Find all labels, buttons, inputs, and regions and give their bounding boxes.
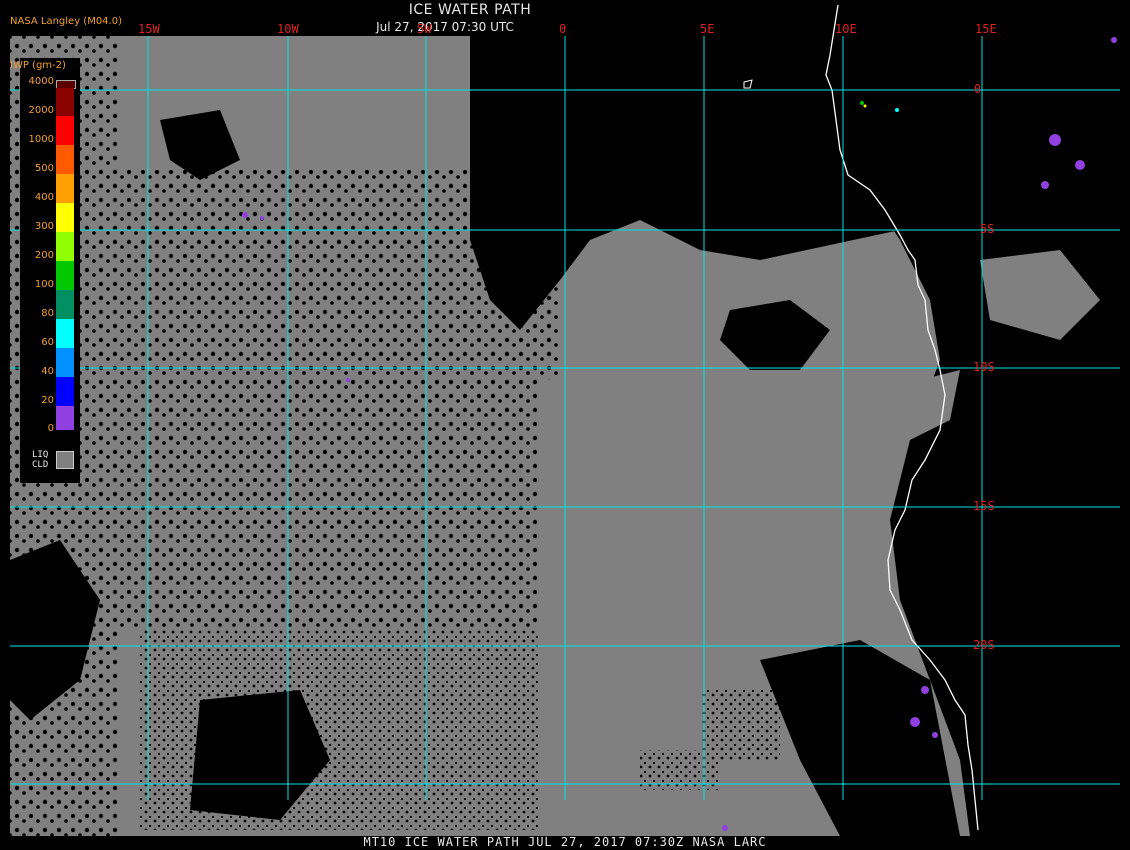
- legend-value-300: 300: [34, 221, 54, 232]
- lat-label-20s: 20S: [973, 638, 995, 652]
- legend-swatch-20: [56, 377, 74, 406]
- legend-unit: IWP (gm-2): [10, 60, 66, 71]
- liquid-cloud-label-line1: LIQ: [32, 450, 49, 460]
- lat-label-15s: 15S: [973, 499, 995, 513]
- producer-label: NASA Langley (M04.0): [10, 16, 122, 27]
- lat-label-10s: 10S: [973, 360, 995, 374]
- legend-value-4000: 4000: [28, 76, 54, 87]
- lon-label-5e: 5E: [700, 22, 715, 36]
- lon-label-10e: 10E: [835, 22, 857, 36]
- legend-value-400: 400: [34, 192, 54, 203]
- legend-swatch-100: [56, 261, 74, 290]
- legend-value-20: 20: [41, 395, 54, 406]
- legend-value-1000: 1000: [28, 134, 54, 145]
- footer-caption: MT10 ICE WATER PATH JUL 27, 2017 07:30Z …: [363, 835, 767, 849]
- lon-label-15w: 15W: [138, 22, 160, 36]
- legend-swatch-80: [56, 290, 74, 319]
- legend-value-100: 100: [34, 279, 54, 290]
- liquid-cloud-swatch: [56, 451, 74, 469]
- legend-value-60: 60: [41, 337, 54, 348]
- map-timestamp: Jul 27, 2017 07:30 UTC: [376, 20, 514, 34]
- color-legend: IWP (gm-2) 4000 2000 1000 500 400 300 20…: [10, 58, 80, 483]
- satellite-map-frame: ICE WATER PATH Jul 27, 2017 07:30 UTC NA…: [0, 0, 1130, 850]
- legend-swatch-0: [56, 406, 74, 430]
- legend-value-80: 80: [41, 308, 54, 319]
- lat-label-5s: 5S: [980, 222, 995, 236]
- legend-swatch-200: [56, 232, 74, 261]
- map-title: ICE WATER PATH: [408, 2, 532, 18]
- legend-swatch-400: [56, 174, 74, 203]
- legend-value-2000: 2000: [28, 105, 54, 116]
- legend-value-200: 200: [34, 250, 54, 261]
- legend-swatch-2000: [56, 88, 74, 116]
- map-canvas: [10, 4, 1120, 836]
- legend-value-40: 40: [41, 366, 54, 377]
- legend-swatch-300: [56, 203, 74, 232]
- lon-label-0: 0: [559, 22, 567, 36]
- legend-swatch-40: [56, 348, 74, 377]
- legend-swatch-1000: [56, 116, 74, 145]
- legend-swatch-60: [56, 319, 74, 348]
- legend-value-500: 500: [34, 163, 54, 174]
- legend-value-0: 0: [47, 423, 54, 434]
- legend-swatch-500: [56, 145, 74, 174]
- lon-label-15e: 15E: [975, 22, 997, 36]
- liquid-cloud-label-line2: CLD: [32, 460, 49, 470]
- lon-label-10w: 10W: [277, 22, 299, 36]
- lat-label-0: 0: [974, 82, 982, 96]
- lon-label-5w: 5W: [417, 22, 432, 36]
